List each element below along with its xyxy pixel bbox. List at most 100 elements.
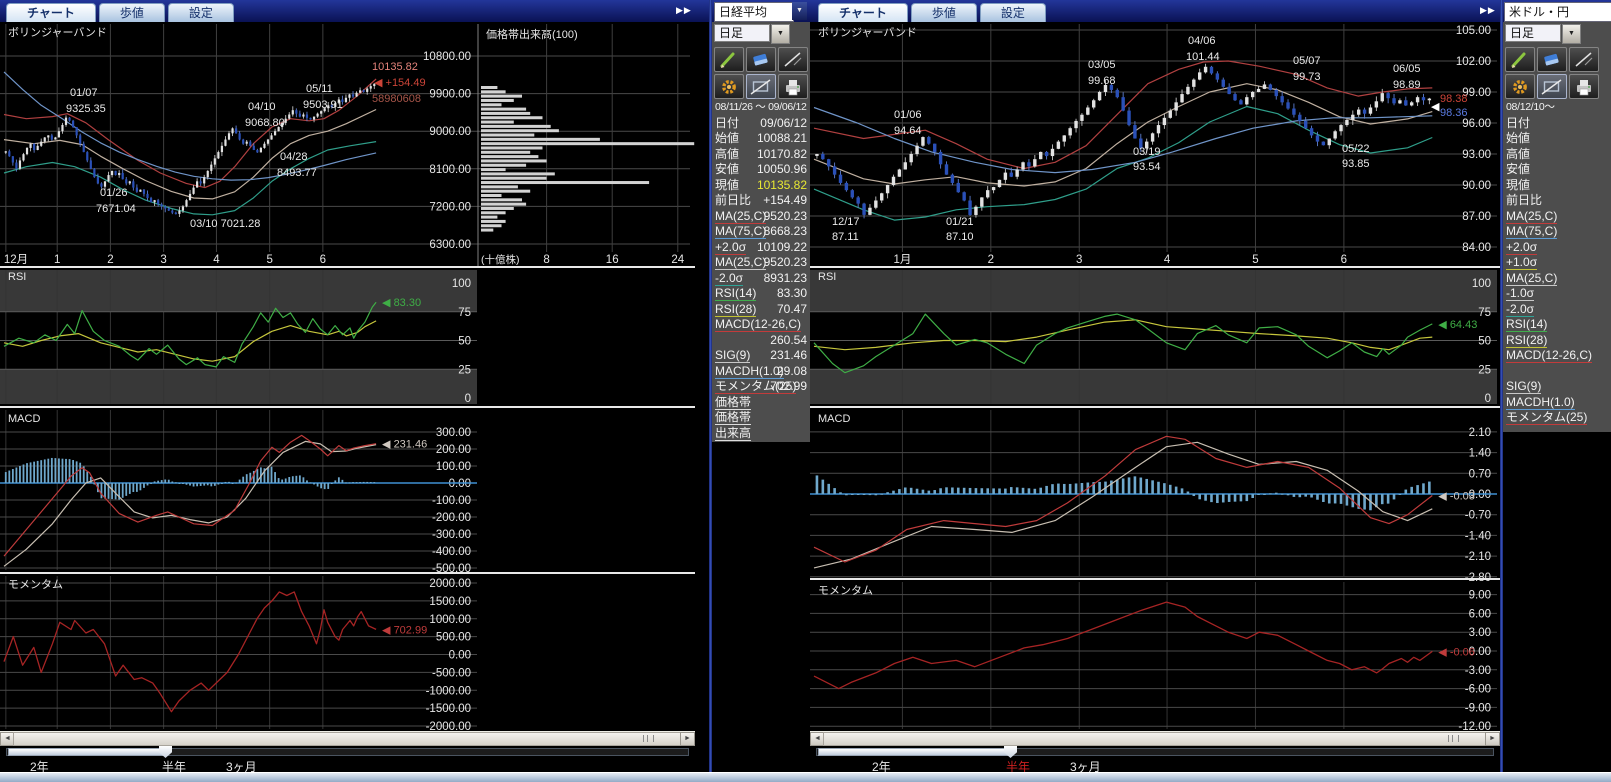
- candle-body: [898, 170, 901, 177]
- delete-line-button[interactable]: [1569, 47, 1599, 72]
- pane-divider: [1500, 0, 1503, 781]
- rsi-axis-label: 0: [1485, 393, 1491, 405]
- x-axis-label: 2: [107, 254, 113, 266]
- tab-quotes-nikkei[interactable]: 歩値: [99, 3, 165, 22]
- tab-quotes-usdjpy[interactable]: 歩値: [911, 3, 977, 22]
- period-select-nikkei[interactable]: 日足: [714, 24, 770, 42]
- macd-histogram-bar: [338, 477, 340, 483]
- indicator-name[interactable]: モメンタム(25): [1506, 411, 1587, 425]
- macd-histogram-bar: [200, 483, 202, 486]
- slider-thumb[interactable]: [159, 746, 172, 758]
- indicator-name[interactable]: SIG(9): [1506, 380, 1541, 394]
- candle-body: [1151, 133, 1154, 141]
- symbol-select-nikkei[interactable]: 日経平均: [714, 2, 794, 22]
- macd-histogram-bar: [1399, 494, 1402, 495]
- candle-body: [1227, 87, 1230, 94]
- usdjpy-chart-canvas[interactable]: 105.00102.0099.0096.0093.0090.0087.0084.…: [810, 22, 1500, 731]
- macd-histogram-bar: [125, 483, 127, 496]
- period-select-usdjpy[interactable]: 日足: [1505, 24, 1561, 42]
- zoom-slider-nikkei[interactable]: [0, 744, 695, 758]
- candle-body: [348, 94, 350, 97]
- candle-body: [992, 187, 995, 190]
- volume-bar: [481, 138, 600, 141]
- candle-body: [1010, 173, 1013, 177]
- indicator-name[interactable]: RSI(14): [715, 287, 756, 301]
- bollinger-lower-band: [4, 142, 376, 215]
- candle-body: [29, 144, 31, 148]
- slider-thumb[interactable]: [1004, 746, 1017, 758]
- indicator-name[interactable]: MA(25,C): [1506, 272, 1557, 286]
- candle-body: [892, 177, 895, 185]
- indicator-rows-nikkei: 08/11/26 ～ 09/06/12日付09/06/12始値10088.21高…: [712, 100, 810, 441]
- indicator-name[interactable]: MACDH(1.0): [1506, 396, 1575, 410]
- volume-bar: [481, 159, 547, 162]
- eraser-button[interactable]: [746, 47, 776, 72]
- candle-body: [1045, 152, 1048, 156]
- expand-icon-nikkei[interactable]: ▶▶: [676, 5, 692, 16]
- indicator-name[interactable]: MACD(12-26,C): [1506, 349, 1592, 363]
- candle-body: [86, 152, 88, 160]
- indicator-name[interactable]: MACD(12-26,C): [715, 318, 801, 332]
- indicator-name[interactable]: MA(25,C): [715, 210, 766, 224]
- indicator-name: 安値: [1506, 163, 1530, 176]
- tab-chart-usdjpy[interactable]: チャート: [818, 3, 908, 22]
- volume-axis-label: 16: [606, 254, 619, 266]
- candle-body: [309, 118, 311, 120]
- expand-icon-usdjpy[interactable]: ▶▶: [1480, 5, 1496, 16]
- volume-bar: [481, 90, 506, 93]
- indicator-name[interactable]: +1.0σ: [1506, 256, 1537, 270]
- indicator-name: 高値: [715, 148, 739, 161]
- indicator-row: RSI(28)70.47: [712, 302, 810, 318]
- h-scrollbar-nikkei[interactable]: ◄ ►: [0, 731, 695, 745]
- print-button[interactable]: [778, 74, 808, 99]
- indicator-name[interactable]: +2.0σ: [1506, 241, 1537, 255]
- tab-settings-nikkei[interactable]: 設定: [168, 3, 234, 22]
- draw-pencil-button[interactable]: [1505, 47, 1535, 72]
- candle-body: [821, 154, 824, 159]
- period-dropdown-arrow-usdjpy[interactable]: ▼: [1562, 24, 1581, 44]
- toggle-overlay-button[interactable]: [1537, 74, 1567, 99]
- indicator-name[interactable]: MA(75,C): [1506, 225, 1557, 239]
- eraser-icon: [749, 50, 773, 70]
- indicator-name[interactable]: -2.0σ: [715, 272, 743, 286]
- draw-pencil-button[interactable]: [714, 47, 744, 72]
- indicator-name[interactable]: +2.0σ: [715, 241, 746, 255]
- symbol-select-usdjpy[interactable]: 米ドル・円: [1504, 2, 1611, 22]
- panel-link[interactable]: 価格帯: [715, 411, 751, 425]
- delete-line-button[interactable]: [778, 47, 808, 72]
- candle-body: [1121, 97, 1124, 110]
- macd-histogram-bar: [1022, 488, 1025, 494]
- indicator-name[interactable]: MA(75,C): [715, 225, 766, 239]
- macd-histogram-bar: [313, 483, 315, 484]
- indicator-name[interactable]: MA(25,C): [715, 256, 766, 270]
- panel-link[interactable]: 出来高: [715, 427, 751, 441]
- tab-chart-nikkei[interactable]: チャート: [6, 3, 96, 22]
- toggle-overlay-button[interactable]: [746, 74, 776, 99]
- indicator-name[interactable]: RSI(14): [1506, 318, 1547, 332]
- period-dropdown-arrow-nikkei[interactable]: ▼: [771, 24, 790, 44]
- macd-histogram-bar: [288, 477, 290, 483]
- symbol-dropdown-arrow-nikkei[interactable]: ▼: [792, 2, 807, 20]
- settings-gear-button[interactable]: [714, 74, 744, 99]
- zoom-slider-usdjpy[interactable]: [810, 744, 1500, 758]
- macd-axis-label: -1.40: [1465, 530, 1491, 542]
- indicator-name[interactable]: RSI(28): [715, 303, 756, 317]
- eraser-button[interactable]: [1537, 47, 1567, 72]
- macd-histogram-bar: [1393, 494, 1396, 499]
- panel-link[interactable]: 価格帯: [715, 396, 751, 410]
- indicator-name[interactable]: MACDH(1.0): [715, 365, 784, 379]
- indicator-name[interactable]: MA(25,C): [1506, 210, 1557, 224]
- nikkei-chart-canvas[interactable]: 10800.009900.009000.008100.007200.006300…: [0, 22, 695, 731]
- price-annotation: 58980608: [372, 93, 421, 105]
- rsi-axis-label: 25: [458, 364, 471, 376]
- indicator-name[interactable]: SIG(9): [715, 349, 750, 363]
- h-scrollbar-usdjpy[interactable]: ◄ ►: [810, 731, 1500, 745]
- print-button[interactable]: [1569, 74, 1599, 99]
- macd-histogram-bar: [349, 482, 351, 483]
- tab-settings-usdjpy[interactable]: 設定: [980, 3, 1046, 22]
- settings-gear-button[interactable]: [1505, 74, 1535, 99]
- indicator-name[interactable]: -2.0σ: [1506, 303, 1534, 317]
- indicator-name[interactable]: RSI(28): [1506, 334, 1547, 348]
- indicator-name[interactable]: -1.0σ: [1506, 287, 1534, 301]
- candle-body: [143, 190, 145, 194]
